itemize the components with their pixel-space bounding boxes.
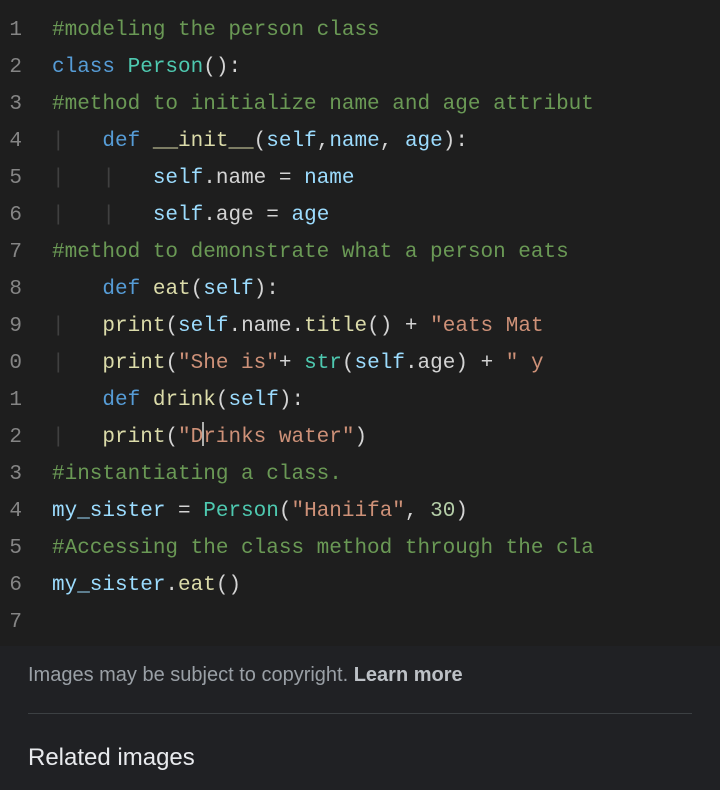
line-number: 3 <box>0 86 22 123</box>
line-number: 1 <box>0 382 22 419</box>
code-line[interactable]: | print("She is"+ str(self.age) + " y <box>52 345 720 382</box>
code-line[interactable]: #Accessing the class method through the … <box>52 530 720 567</box>
line-number: 5 <box>0 530 22 567</box>
line-number: 8 <box>0 271 22 308</box>
line-number: 4 <box>0 123 22 160</box>
line-number: 6 <box>0 567 22 604</box>
line-number: 2 <box>0 419 22 456</box>
code-line[interactable]: class Person(): <box>52 49 720 86</box>
code-line[interactable]: def eat(self): <box>52 271 720 308</box>
line-number: 4 <box>0 493 22 530</box>
code-line[interactable]: #method to initialize name and age attri… <box>52 86 720 123</box>
code-line[interactable]: | print(self.name.title() + "eats Mat <box>52 308 720 345</box>
code-editor[interactable]: 12345678901234567 #modeling the person c… <box>0 0 720 646</box>
line-number: 3 <box>0 456 22 493</box>
code-line[interactable]: | def __init__(self,name, age): <box>52 123 720 160</box>
line-number: 6 <box>0 197 22 234</box>
code-line[interactable]: | | self.name = name <box>52 160 720 197</box>
copyright-notice: Images may be subject to copyright. Lear… <box>28 664 692 714</box>
line-number: 9 <box>0 308 22 345</box>
line-number: 0 <box>0 345 22 382</box>
line-number: 2 <box>0 49 22 86</box>
line-number: 1 <box>0 12 22 49</box>
code-line[interactable]: my_sister = Person("Haniifa", 30) <box>52 493 720 530</box>
code-line[interactable]: | print("Drinks water") <box>52 419 720 456</box>
line-number: 7 <box>0 604 22 641</box>
code-line[interactable]: def drink(self): <box>52 382 720 419</box>
code-line[interactable] <box>52 604 720 641</box>
learn-more-link[interactable]: Learn more <box>354 664 463 686</box>
line-number-gutter: 12345678901234567 <box>0 0 32 646</box>
code-line[interactable]: | | self.age = age <box>52 197 720 234</box>
code-content[interactable]: #modeling the person classclass Person()… <box>32 0 720 646</box>
search-results-footer: Images may be subject to copyright. Lear… <box>0 646 720 790</box>
line-number: 5 <box>0 160 22 197</box>
copyright-text: Images may be subject to copyright. <box>28 664 354 686</box>
code-line[interactable]: my_sister.eat() <box>52 567 720 604</box>
related-images-heading: Related images <box>28 714 692 772</box>
code-line[interactable]: #method to demonstrate what a person eat… <box>52 234 720 271</box>
text-cursor <box>202 422 204 446</box>
line-number: 7 <box>0 234 22 271</box>
code-line[interactable]: #modeling the person class <box>52 12 720 49</box>
code-line[interactable]: #instantiating a class. <box>52 456 720 493</box>
